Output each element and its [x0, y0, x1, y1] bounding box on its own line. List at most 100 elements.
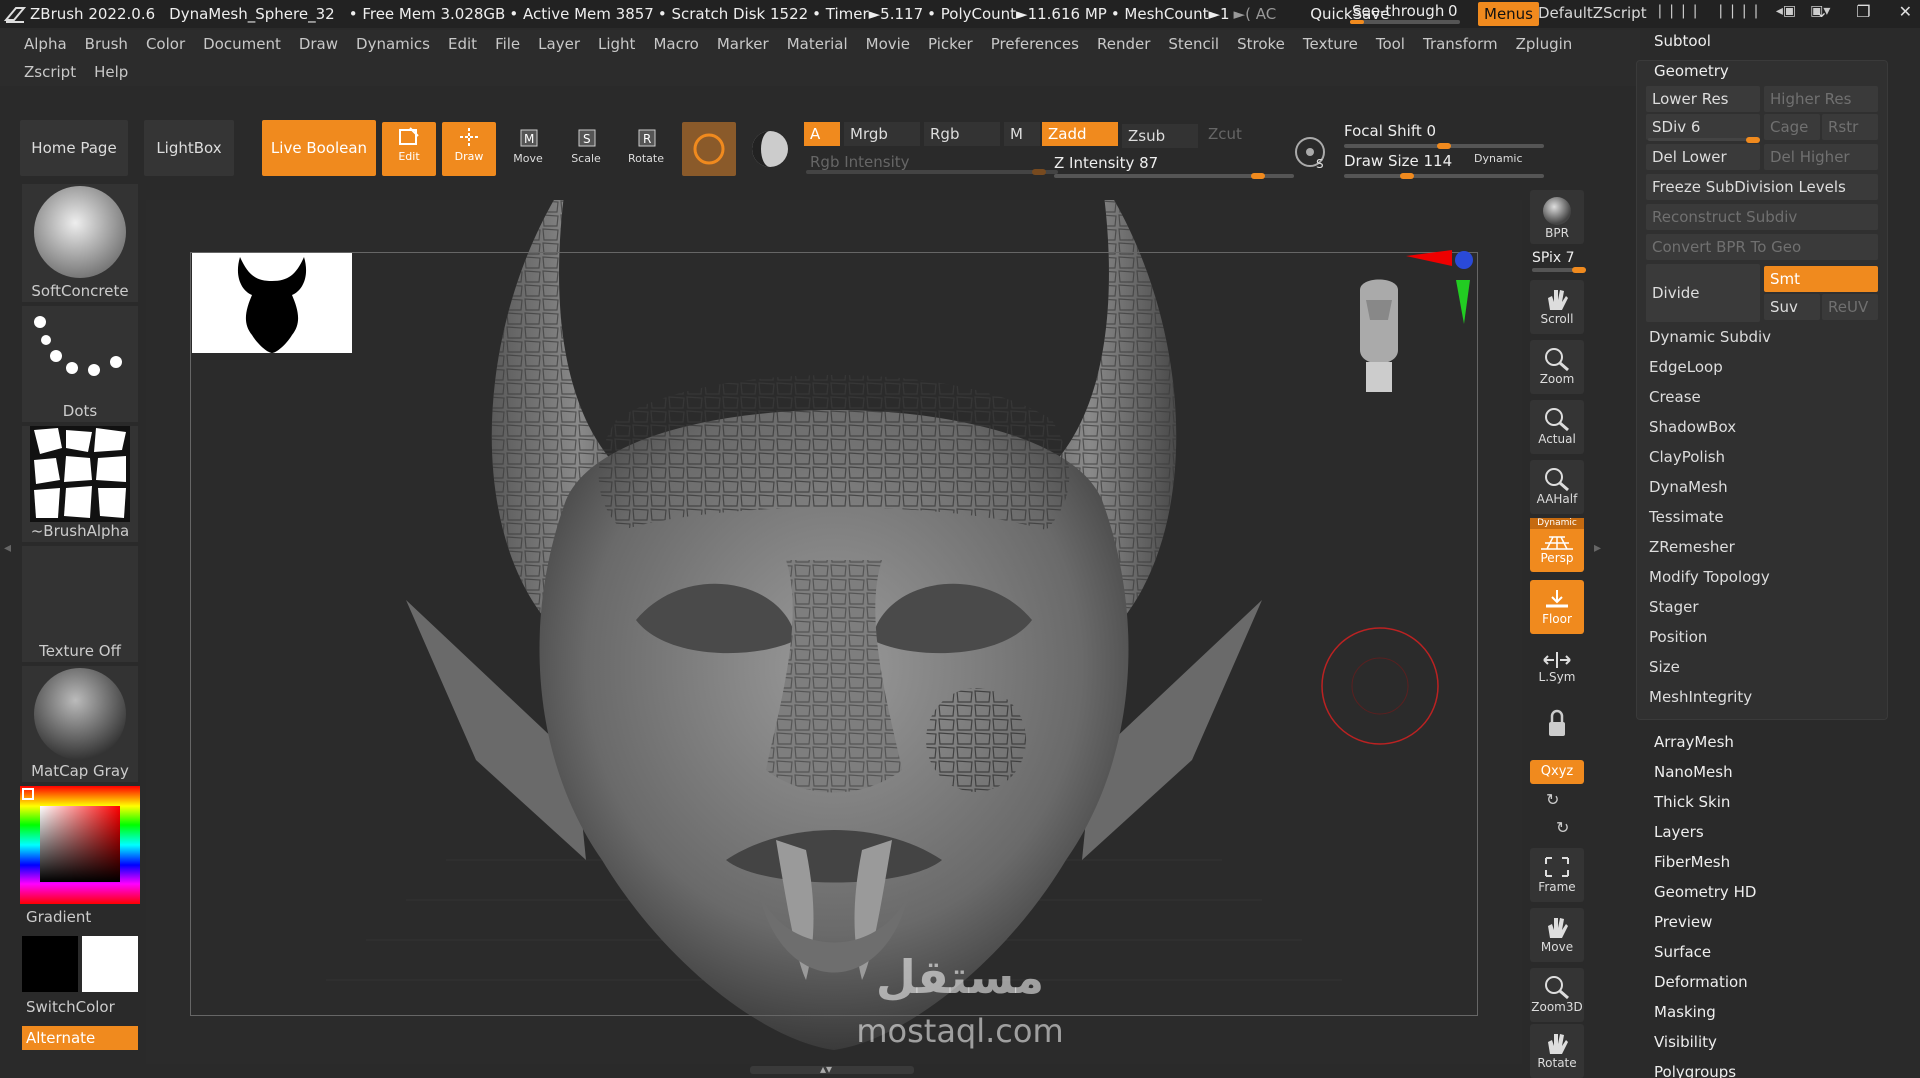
menu-zplugin[interactable]: Zplugin	[1516, 35, 1573, 53]
menus-toggle-button[interactable]: Menus	[1478, 2, 1539, 26]
geometry-header[interactable]: Geometry	[1654, 62, 1729, 80]
geo-shadowbox[interactable]: ShadowBox	[1649, 418, 1736, 436]
geo-position[interactable]: Position	[1649, 628, 1707, 646]
menu-marker[interactable]: Marker	[717, 35, 769, 53]
section-thick-skin[interactable]: Thick Skin	[1654, 793, 1730, 811]
menu-document[interactable]: Document	[203, 35, 281, 53]
section-geometry-hd[interactable]: Geometry HD	[1654, 883, 1756, 901]
section-polygroups[interactable]: Polygroups	[1654, 1063, 1736, 1078]
sdiv-handle[interactable]	[1746, 137, 1760, 143]
alternate-button[interactable]: Alternate	[22, 1026, 138, 1050]
move-view-button[interactable]: Move	[1530, 908, 1584, 962]
higher-res-button[interactable]: Higher Res	[1764, 86, 1878, 112]
a-button[interactable]: A	[804, 122, 840, 146]
section-preview[interactable]: Preview	[1654, 913, 1712, 931]
section-visibility[interactable]: Visibility	[1654, 1033, 1717, 1051]
menu-material[interactable]: Material	[787, 35, 848, 53]
brush-tile[interactable]: SoftConcrete	[22, 184, 138, 302]
geo-size[interactable]: Size	[1649, 658, 1680, 676]
geo-tessimate[interactable]: Tessimate	[1649, 508, 1724, 526]
zcut-button[interactable]: Zcut	[1202, 122, 1278, 146]
navigation-thumbnail[interactable]	[192, 253, 352, 353]
geo-crease[interactable]: Crease	[1649, 388, 1701, 406]
live-boolean-button[interactable]: Live Boolean	[262, 120, 376, 176]
section-nanomesh[interactable]: NanoMesh	[1654, 763, 1733, 781]
subtool-header[interactable]: Subtool	[1654, 32, 1711, 50]
menu-draw[interactable]: Draw	[299, 35, 338, 53]
section-layers[interactable]: Layers	[1654, 823, 1704, 841]
bpr-button[interactable]: BPR	[1530, 190, 1584, 244]
geo-claypolish[interactable]: ClayPolish	[1649, 448, 1725, 466]
geo-modify-topology[interactable]: Modify Topology	[1649, 568, 1770, 586]
perspective-button[interactable]: Dynamic Persp	[1530, 518, 1584, 572]
focal-shift-handle[interactable]	[1437, 143, 1451, 149]
material-tile[interactable]: MatCap Gray	[22, 666, 138, 782]
gradient-label[interactable]: Gradient	[26, 908, 91, 926]
rotate-z-icon[interactable]: ↻	[1556, 818, 1569, 837]
section-fibermesh[interactable]: FiberMesh	[1654, 853, 1730, 871]
spix-slider[interactable]	[1532, 267, 1586, 273]
cage-button[interactable]: Cage	[1764, 114, 1820, 140]
menu-zscript[interactable]: Zscript	[24, 63, 76, 81]
menu-preferences[interactable]: Preferences	[991, 35, 1079, 53]
symmetry-s-button[interactable]: S	[1290, 130, 1334, 174]
bottom-tray-arrow-icon[interactable]: ▴▾	[820, 1062, 832, 1076]
menu-brush[interactable]: Brush	[85, 35, 128, 53]
edit-button[interactable]: Edit	[382, 122, 436, 176]
secondary-color-swatch[interactable]	[82, 936, 138, 992]
z-intensity-slider[interactable]	[1054, 173, 1294, 179]
rgb-intensity-handle[interactable]	[1032, 169, 1046, 175]
texture-tile[interactable]: Texture Off	[22, 546, 138, 662]
layout-icon-3[interactable]: ◂▣	[1776, 3, 1796, 19]
actual-button[interactable]: Actual	[1530, 400, 1584, 454]
close-icon[interactable]: ✕	[1899, 2, 1912, 21]
menu-texture[interactable]: Texture	[1303, 35, 1358, 53]
see-through-slider[interactable]: See-through 0	[1344, 2, 1464, 24]
section-surface[interactable]: Surface	[1654, 943, 1711, 961]
sdiv-slider[interactable]: SDiv 6	[1646, 114, 1760, 140]
draw-size-handle[interactable]	[1400, 173, 1414, 179]
menu-stencil[interactable]: Stencil	[1168, 35, 1219, 53]
freeze-subdivision-button[interactable]: Freeze SubDivision Levels	[1646, 174, 1878, 200]
del-lower-button[interactable]: Del Lower	[1646, 144, 1760, 170]
section-masking[interactable]: Masking	[1654, 1003, 1716, 1021]
left-tray-arrow-icon[interactable]: ◂	[4, 540, 14, 560]
material-sphere-button[interactable]	[744, 122, 796, 176]
divide-button[interactable]: Divide	[1646, 264, 1760, 322]
section-deformation[interactable]: Deformation	[1654, 973, 1748, 991]
m-button[interactable]: M	[1004, 122, 1040, 146]
menu-picker[interactable]: Picker	[928, 35, 973, 53]
restore-icon[interactable]: ❐	[1856, 2, 1870, 21]
default-zscript-button[interactable]: DefaultZScript	[1538, 4, 1647, 22]
geo-dynamesh[interactable]: DynaMesh	[1649, 478, 1728, 496]
right-tray-arrow-icon[interactable]: ▸	[1594, 540, 1604, 560]
menu-light[interactable]: Light	[598, 35, 635, 53]
menu-stroke[interactable]: Stroke	[1237, 35, 1285, 53]
rotate-view-button[interactable]: Rotate	[1530, 1024, 1584, 1078]
move-button[interactable]: M Move	[502, 124, 554, 174]
zoom3d-button[interactable]: Zoom3D	[1530, 968, 1584, 1022]
frame-button[interactable]: Frame	[1530, 848, 1584, 902]
mrgb-button[interactable]: Mrgb	[844, 122, 920, 146]
layout-icon-2[interactable]: ❘❘❘❘	[1715, 3, 1762, 19]
reuv-button[interactable]: ReUV	[1822, 294, 1878, 320]
del-higher-button[interactable]: Del Higher	[1764, 144, 1878, 170]
main-color-swatch[interactable]	[22, 936, 78, 992]
rotate-button[interactable]: R Rotate	[620, 124, 672, 174]
menu-help[interactable]: Help	[94, 63, 128, 81]
smt-toggle[interactable]: Smt	[1764, 266, 1878, 292]
menu-macro[interactable]: Macro	[653, 35, 698, 53]
lock-button[interactable]	[1530, 700, 1584, 754]
draw-size-slider[interactable]	[1344, 173, 1544, 179]
geo-zremesher[interactable]: ZRemesher	[1649, 538, 1735, 556]
rgb-intensity-slider[interactable]	[806, 169, 1058, 175]
convert-bpr-button[interactable]: Convert BPR To Geo	[1646, 234, 1878, 260]
spix-label[interactable]: SPix 7	[1532, 250, 1575, 266]
lower-res-button[interactable]: Lower Res	[1646, 86, 1760, 112]
sdiv-track[interactable]	[1648, 137, 1760, 143]
zoom-button[interactable]: Zoom	[1530, 340, 1584, 394]
switch-color-button[interactable]: SwitchColor	[26, 998, 115, 1016]
xyz-symmetry-button[interactable]: Qxyz	[1530, 760, 1584, 784]
suv-toggle[interactable]: Suv	[1764, 294, 1820, 320]
menu-dynamics[interactable]: Dynamics	[356, 35, 430, 53]
